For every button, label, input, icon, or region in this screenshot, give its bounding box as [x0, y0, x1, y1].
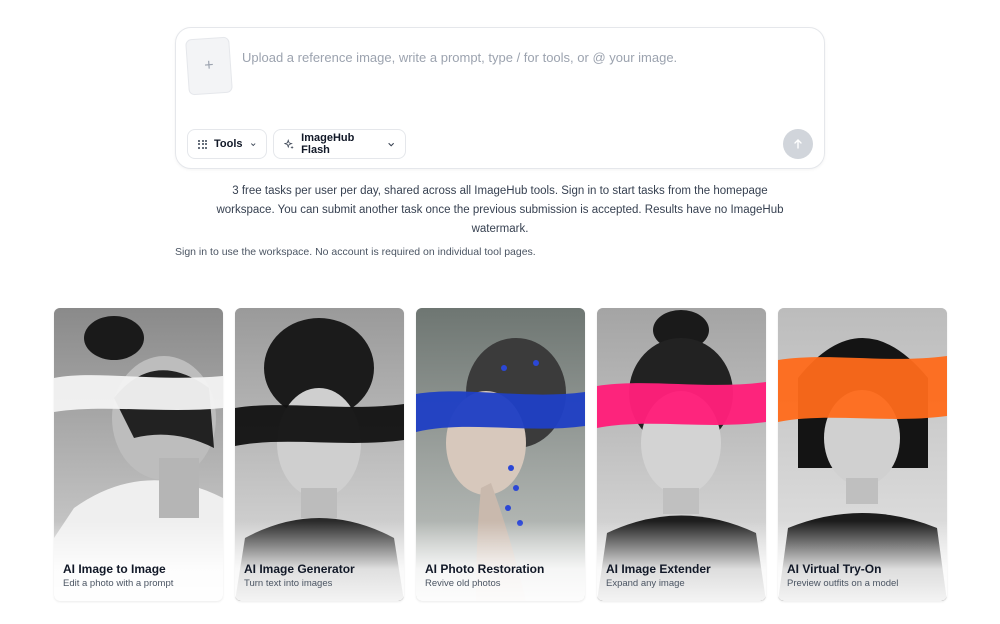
plus-icon: + — [203, 56, 215, 75]
card-title: AI Image Extender — [606, 562, 711, 576]
sparkle-icon — [284, 138, 294, 149]
card-subtitle: Preview outfits on a model — [787, 578, 899, 589]
chevron-down-icon — [387, 142, 394, 147]
card-title: AI Image to Image — [63, 562, 166, 576]
card-fade — [597, 521, 766, 601]
send-button[interactable] — [783, 129, 813, 159]
card-title: AI Photo Restoration — [425, 562, 545, 576]
card-fade — [54, 521, 223, 601]
tools-label: Tools — [214, 138, 243, 150]
grid-icon — [198, 139, 207, 149]
tool-cards: AI Image to Image Edit a photo with a pr… — [54, 308, 947, 601]
card-fade — [235, 521, 404, 601]
card-subtitle: Turn text into images — [244, 578, 333, 589]
model-dropdown[interactable]: ImageHub Flash — [273, 129, 406, 159]
card-subtitle: Edit a photo with a prompt — [63, 578, 174, 589]
card-fade — [778, 521, 947, 601]
model-label: ImageHub Flash — [301, 132, 355, 156]
card-subtitle: Expand any image — [606, 578, 685, 589]
tool-card-image-extender[interactable]: AI Image Extender Expand any image — [597, 308, 766, 601]
arrow-up-icon — [794, 139, 802, 149]
tools-dropdown[interactable]: Tools — [187, 129, 267, 159]
upload-reference-button[interactable]: + — [185, 36, 233, 96]
tool-card-image-to-image[interactable]: AI Image to Image Edit a photo with a pr… — [54, 308, 223, 601]
card-subtitle: Revive old photos — [425, 578, 501, 589]
signin-note: Sign in to use the workspace. No account… — [175, 246, 536, 258]
card-fade — [416, 521, 585, 601]
usage-info: 3 free tasks per user per day, shared ac… — [216, 185, 784, 235]
prompt-input[interactable] — [242, 45, 802, 69]
card-title: AI Image Generator — [244, 562, 355, 576]
tool-card-photo-restoration[interactable]: AI Photo Restoration Revive old photos — [416, 308, 585, 601]
tool-card-image-generator[interactable]: AI Image Generator Turn text into images — [235, 308, 404, 601]
card-title: AI Virtual Try-On — [787, 562, 882, 576]
prompt-composer: + Tools ImageHub Flash — [175, 27, 825, 169]
chevron-down-icon — [250, 142, 256, 146]
tool-card-virtual-try-on[interactable]: AI Virtual Try-On Preview outfits on a m… — [778, 308, 947, 601]
